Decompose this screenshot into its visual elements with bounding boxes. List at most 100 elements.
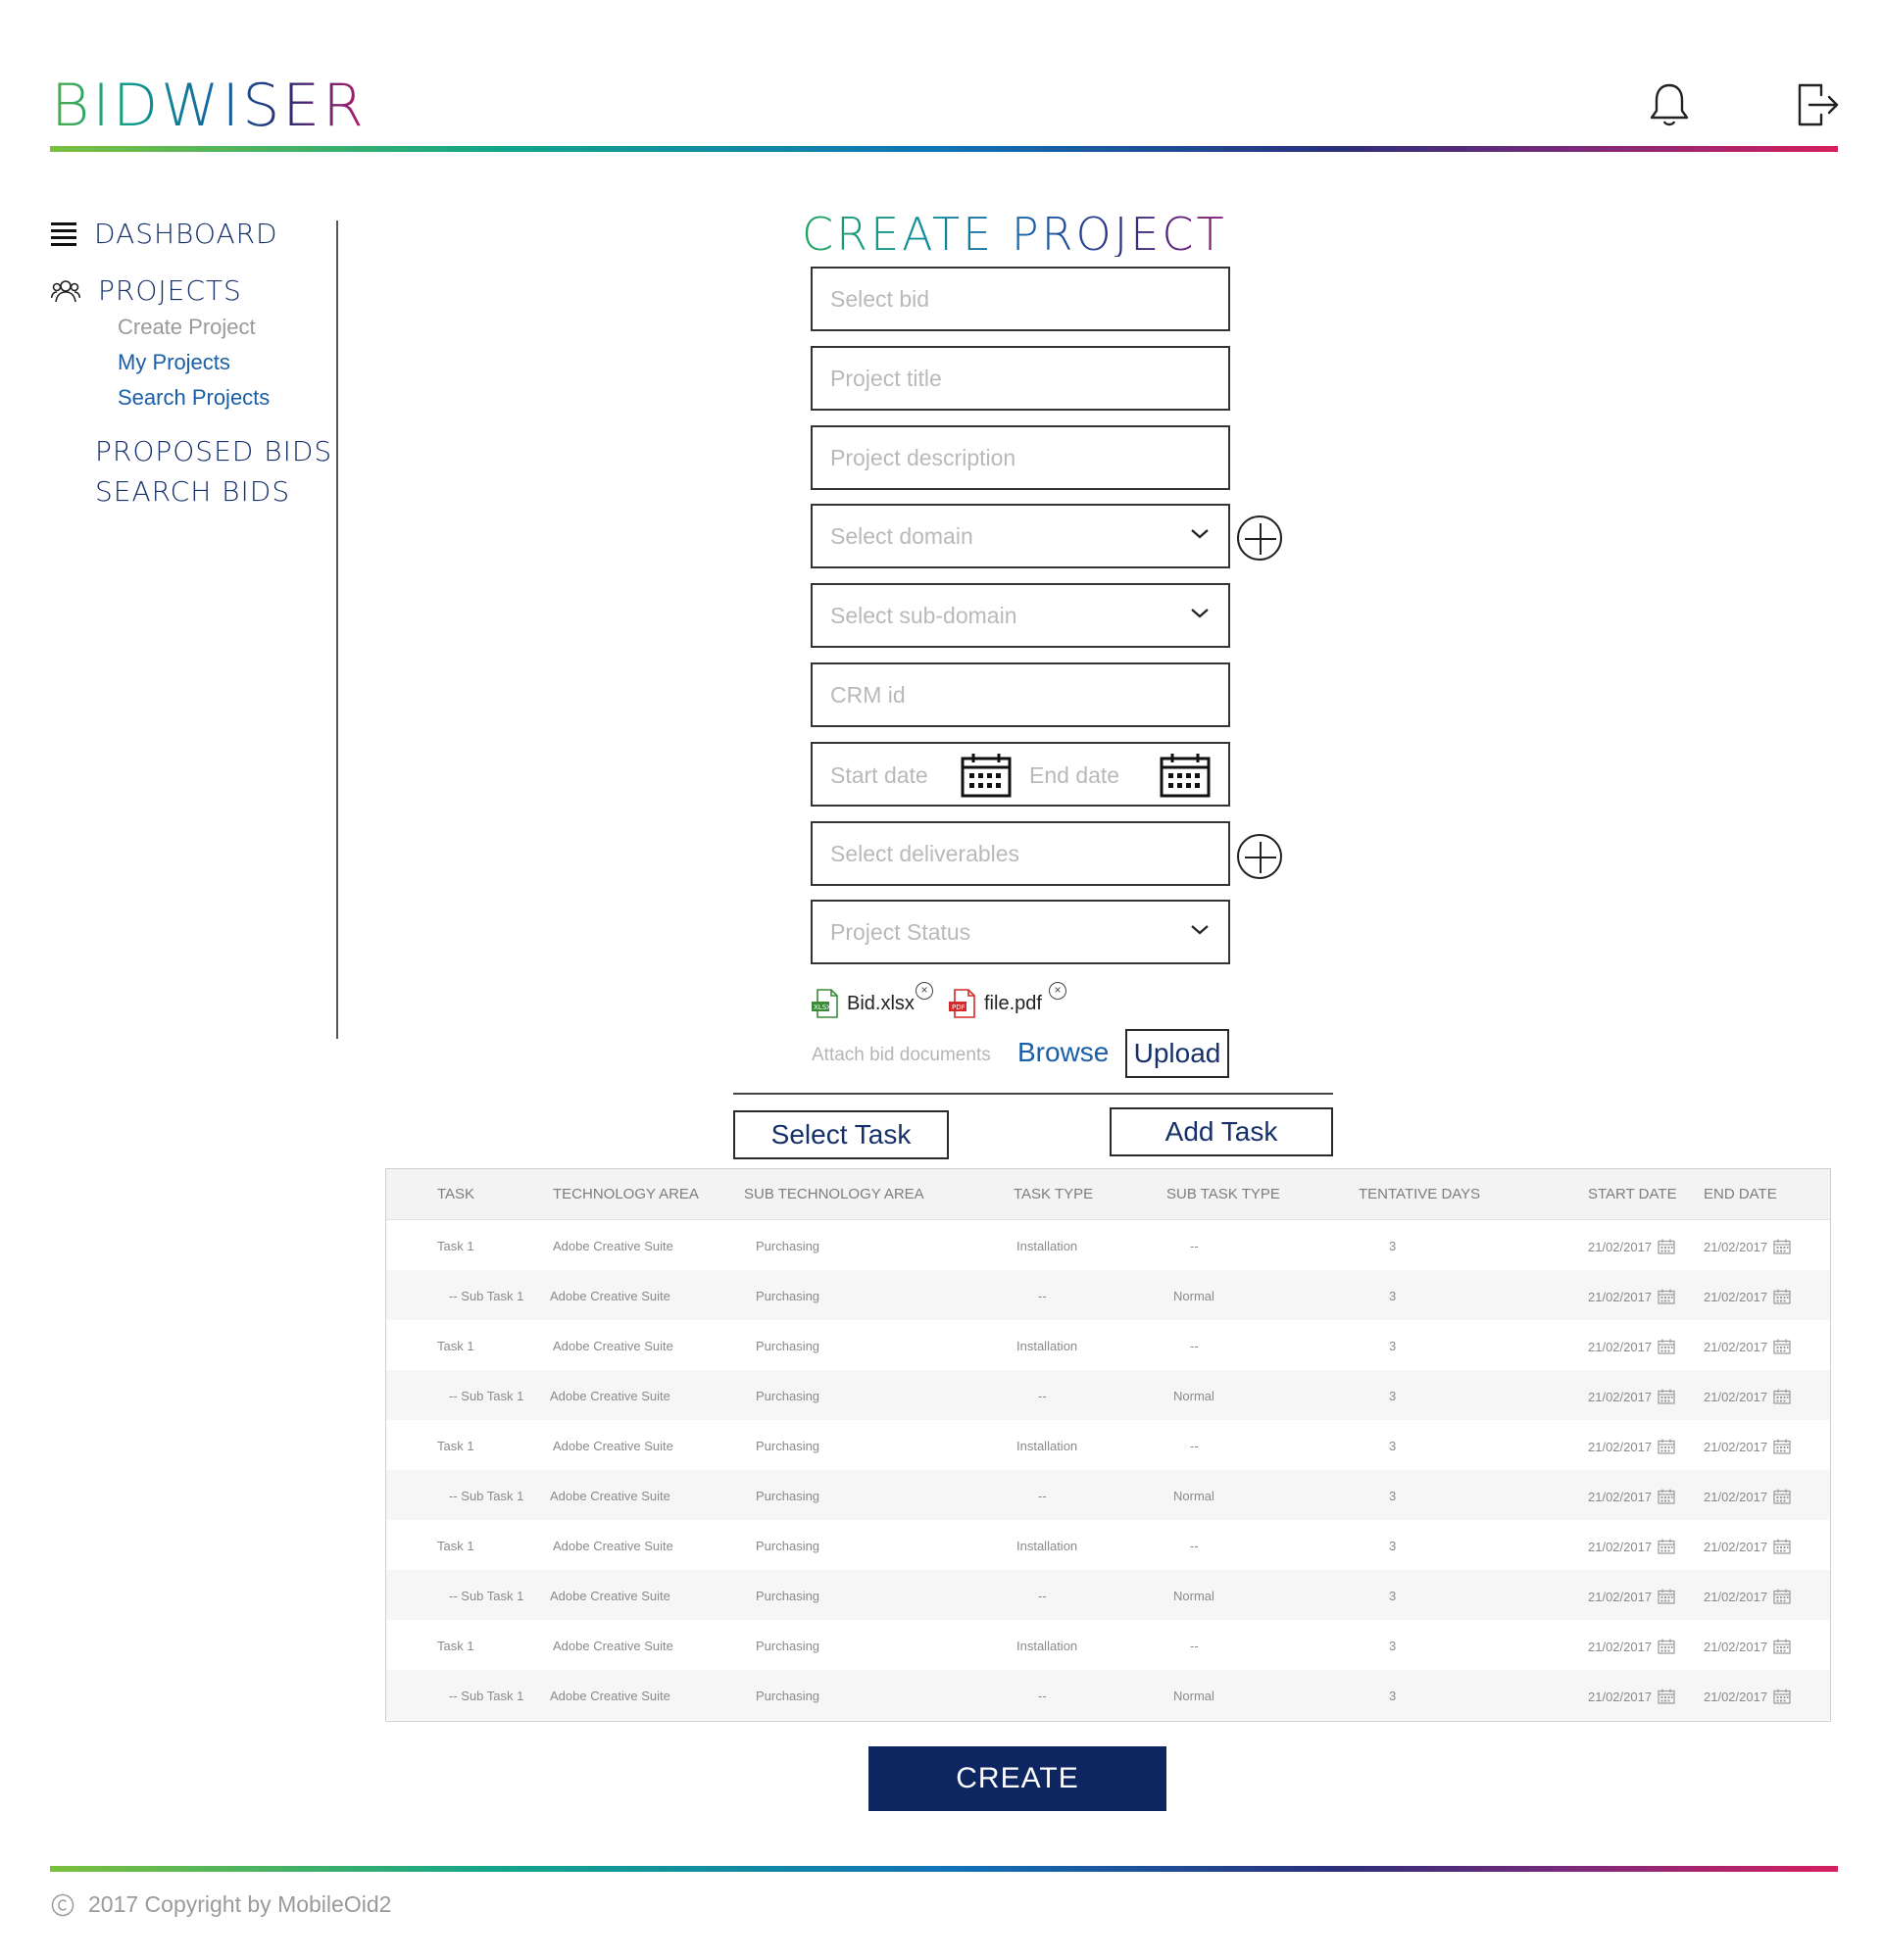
calendar-icon[interactable] — [1652, 1239, 1675, 1254]
table-cell: 3 — [1389, 1689, 1397, 1703]
select-deliverables-field[interactable]: Select deliverables — [811, 821, 1230, 886]
browse-button[interactable]: Browse — [1017, 1037, 1109, 1068]
date-range-field: Start date End date — [811, 742, 1230, 807]
calendar-icon[interactable] — [1767, 1589, 1791, 1604]
table-cell: 21/02/2017 — [1704, 1239, 1791, 1254]
table-cell: -- Sub Task 1 — [449, 1489, 524, 1503]
table-header: TASK TECHNOLOGY AREA SUB TECHNOLOGY AREA… — [386, 1169, 1830, 1220]
table-row[interactable]: Task 1 Adobe Creative Suite Purchasing Inst… — [386, 1520, 1830, 1570]
table-cell: 3 — [1389, 1389, 1397, 1403]
select-task-button[interactable]: Select Task — [733, 1110, 949, 1159]
calendar-icon[interactable] — [1652, 1639, 1675, 1654]
attachment-chip[interactable]: XLSX Bid.xlsx — [810, 988, 915, 1019]
table-cell: -- — [1038, 1489, 1047, 1503]
select-subdomain-dropdown[interactable]: Select sub-domain — [811, 583, 1230, 648]
table-cell: Purchasing — [756, 1489, 820, 1503]
project-description-input[interactable]: Project description — [811, 425, 1230, 490]
calendar-icon[interactable] — [960, 752, 1013, 799]
table-cell: -- — [1038, 1289, 1047, 1303]
bell-icon[interactable] — [1645, 80, 1694, 129]
project-title-input[interactable]: Project title — [811, 346, 1230, 411]
calendar-icon[interactable] — [1767, 1339, 1791, 1354]
calendar-icon[interactable] — [1652, 1539, 1675, 1554]
calendar-icon[interactable] — [1652, 1289, 1675, 1304]
field-placeholder: Project description — [830, 444, 1016, 470]
table-cell: Installation — [1016, 1639, 1078, 1653]
calendar-icon[interactable] — [1767, 1389, 1791, 1404]
date-value: 21/02/2017 — [1704, 1490, 1768, 1504]
table-row[interactable]: -- Sub Task 1 Adobe Creative Suite Purchas… — [386, 1270, 1830, 1320]
attachment-name: file.pdf — [984, 992, 1042, 1014]
calendar-icon[interactable] — [1767, 1489, 1791, 1504]
table-cell: Adobe Creative Suite — [553, 1339, 673, 1353]
table-cell: 21/02/2017 — [1588, 1539, 1675, 1554]
calendar-icon[interactable] — [1159, 752, 1212, 799]
calendar-icon[interactable] — [1652, 1339, 1675, 1354]
add-deliverable-button[interactable] — [1237, 834, 1282, 879]
field-placeholder: Project Status — [830, 918, 971, 945]
end-date-input[interactable]: End date — [1029, 762, 1119, 789]
calendar-icon[interactable] — [1767, 1239, 1791, 1254]
sidebar-subitem-create-project[interactable]: Create Project — [118, 315, 256, 340]
logout-icon[interactable] — [1794, 80, 1843, 129]
add-task-button[interactable]: Add Task — [1110, 1107, 1333, 1156]
sidebar-item-projects[interactable]: PROJECTS — [51, 274, 242, 307]
sidebar-subitem-my-projects[interactable]: My Projects — [118, 350, 230, 375]
table-cell: Adobe Creative Suite — [550, 1689, 670, 1703]
table-row[interactable]: -- Sub Task 1 Adobe Creative Suite Purchas… — [386, 1370, 1830, 1420]
table-row[interactable]: -- Sub Task 1 Adobe Creative Suite Purchas… — [386, 1570, 1830, 1620]
column-header: TASK TYPE — [1014, 1186, 1094, 1202]
select-bid-field[interactable]: Select bid — [811, 267, 1230, 331]
calendar-icon[interactable] — [1767, 1539, 1791, 1554]
remove-attachment-icon[interactable]: × — [916, 982, 933, 1000]
attachment-chip[interactable]: PDF file.pdf — [947, 988, 1042, 1019]
calendar-icon[interactable] — [1652, 1439, 1675, 1454]
table-cell: Normal — [1173, 1689, 1214, 1703]
remove-attachment-icon[interactable]: × — [1049, 982, 1066, 1000]
sidebar-item-search-bids[interactable]: SEARCH BIDS — [95, 475, 290, 508]
table-row[interactable]: Task 1 Adobe Creative Suite Purchasing Inst… — [386, 1220, 1830, 1270]
add-domain-button[interactable] — [1237, 515, 1282, 561]
crm-id-input[interactable]: CRM id — [811, 662, 1230, 727]
project-status-dropdown[interactable]: Project Status — [811, 900, 1230, 964]
field-placeholder: Project title — [830, 365, 942, 391]
table-cell: Adobe Creative Suite — [553, 1639, 673, 1653]
calendar-icon[interactable] — [1652, 1689, 1675, 1704]
column-header: TASK — [437, 1186, 475, 1202]
table-cell: Task 1 — [437, 1539, 474, 1553]
table-cell: Task 1 — [437, 1639, 474, 1653]
table-cell: -- Sub Task 1 — [449, 1289, 524, 1303]
upload-button[interactable]: Upload — [1125, 1029, 1229, 1078]
table-body: Task 1 Adobe Creative Suite Purchasing Inst… — [386, 1220, 1830, 1720]
calendar-icon[interactable] — [1767, 1289, 1791, 1304]
date-value: 21/02/2017 — [1704, 1690, 1768, 1704]
calendar-icon[interactable] — [1652, 1489, 1675, 1504]
copyright-text: 2017 Copyright by MobileOid2 — [88, 1891, 392, 1917]
table-row[interactable]: Task 1 Adobe Creative Suite Purchasing Inst… — [386, 1620, 1830, 1670]
table-row[interactable]: -- Sub Task 1 Adobe Creative Suite Purchas… — [386, 1470, 1830, 1520]
date-value: 21/02/2017 — [1588, 1390, 1653, 1404]
column-header: TECHNOLOGY AREA — [553, 1186, 699, 1202]
calendar-icon[interactable] — [1652, 1589, 1675, 1604]
table-cell: -- — [1038, 1589, 1047, 1603]
sidebar-item-proposed-bids[interactable]: PROPOSED BIDS — [95, 435, 332, 467]
sidebar-subitem-search-projects[interactable]: Search Projects — [118, 385, 270, 411]
table-row[interactable]: Task 1 Adobe Creative Suite Purchasing Inst… — [386, 1420, 1830, 1470]
svg-text:PDF: PDF — [952, 1004, 966, 1011]
chevron-down-icon — [1191, 529, 1209, 539]
calendar-icon[interactable] — [1767, 1689, 1791, 1704]
create-button[interactable]: CREATE — [868, 1746, 1166, 1811]
calendar-icon[interactable] — [1652, 1389, 1675, 1404]
table-row[interactable]: Task 1 Adobe Creative Suite Purchasing Inst… — [386, 1320, 1830, 1370]
sidebar-item-dashboard[interactable]: DASHBOARD — [51, 218, 278, 250]
calendar-icon[interactable] — [1767, 1639, 1791, 1654]
start-date-input[interactable]: Start date — [830, 762, 928, 789]
calendar-icon[interactable] — [1767, 1439, 1791, 1454]
table-cell: 21/02/2017 — [1588, 1639, 1675, 1654]
date-value: 21/02/2017 — [1588, 1590, 1653, 1604]
date-value: 21/02/2017 — [1588, 1440, 1653, 1454]
table-row[interactable]: -- Sub Task 1 Adobe Creative Suite Purchas… — [386, 1670, 1830, 1720]
select-domain-dropdown[interactable]: Select domain — [811, 504, 1230, 568]
table-cell: 21/02/2017 — [1704, 1539, 1791, 1554]
chevron-down-icon — [1191, 609, 1209, 618]
